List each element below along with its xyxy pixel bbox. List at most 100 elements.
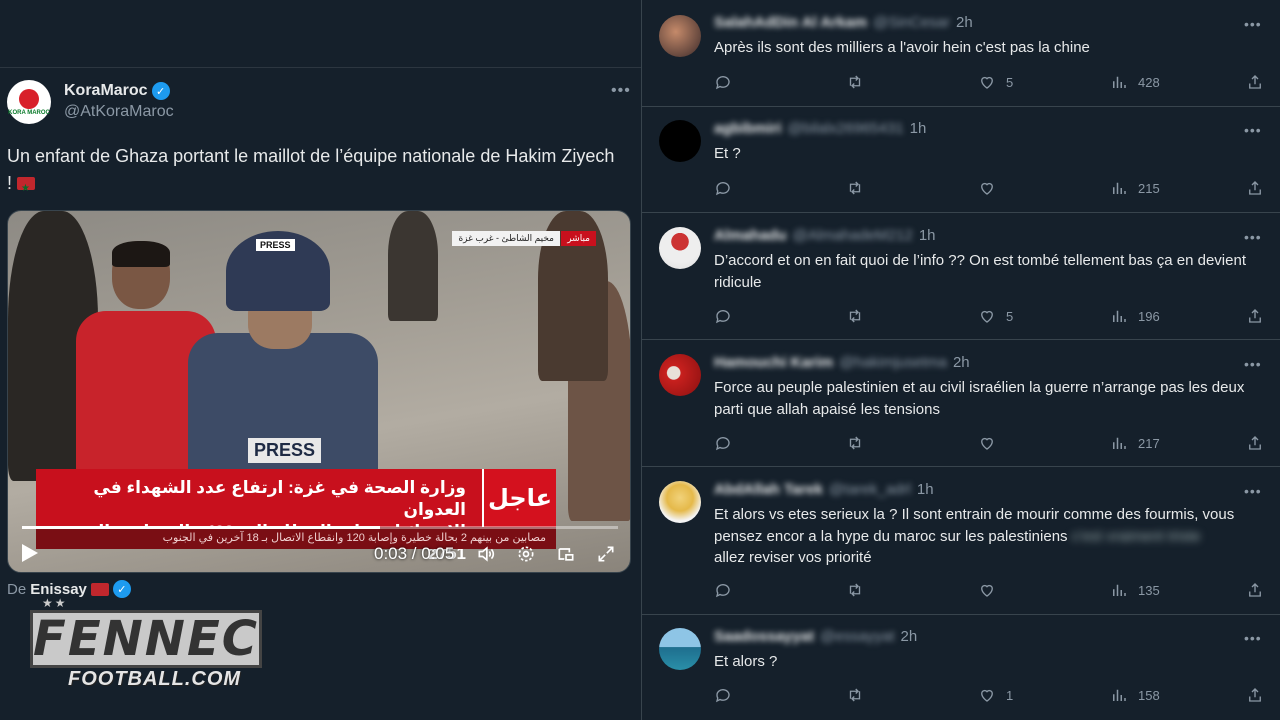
reply-text: Et alors ? — [714, 653, 778, 670]
reply-item[interactable]: Hamouchi Karim @hakimjusetma 2h ••• Forc… — [642, 340, 1280, 467]
view-count: 428 — [1138, 74, 1160, 90]
reply-avatar[interactable] — [659, 120, 701, 162]
share-icon[interactable] — [1246, 307, 1264, 325]
reply-author-handle[interactable]: @AlmahadeM212 — [793, 227, 913, 244]
share-icon[interactable] — [1246, 179, 1264, 197]
views-button[interactable]: 158 — [1110, 686, 1160, 704]
views-button[interactable]: 217 — [1110, 434, 1160, 452]
reply-time[interactable]: 1h — [910, 120, 927, 137]
author-avatar[interactable]: KORA MAROC — [7, 80, 51, 124]
retweet-icon[interactable] — [846, 581, 864, 599]
from-author-link[interactable]: Enissay — [30, 581, 87, 598]
author-handle[interactable]: @AtKoraMaroc — [64, 103, 174, 121]
more-options-icon[interactable]: ••• — [1244, 356, 1262, 372]
video-player[interactable]: PRESS PRESS مخيم الشاطئ - غرب غزة مباشر … — [7, 210, 631, 573]
watermark-stars: ★★ — [42, 596, 68, 610]
reply-author-name[interactable]: Almahadu — [714, 227, 787, 244]
heart-icon — [981, 437, 993, 450]
reply-time[interactable]: 1h — [919, 227, 936, 244]
more-options-icon[interactable]: ••• — [1244, 483, 1262, 499]
reply-author-handle[interactable]: @tarek_adrl — [829, 481, 911, 498]
like-button[interactable]: 5 — [978, 73, 1013, 91]
share-icon[interactable] — [1246, 434, 1264, 452]
like-button[interactable] — [978, 434, 1006, 452]
share-icon[interactable] — [1246, 73, 1264, 91]
reply-time[interactable]: 2h — [953, 354, 970, 371]
reply-author-name[interactable]: Hamouchi Karim — [714, 354, 833, 371]
retweet-icon[interactable] — [846, 179, 864, 197]
heart-icon — [981, 182, 993, 195]
reply-text-redacted: c'est vraiment triste — [1071, 527, 1201, 545]
like-button[interactable]: 5 — [978, 307, 1013, 325]
reply-actions: 1 158 — [714, 686, 1266, 706]
like-button[interactable] — [978, 581, 1006, 599]
play-icon[interactable] — [22, 544, 38, 562]
reply-author-name[interactable]: SalahAdDin Al Arkam — [714, 14, 867, 31]
tweet-author[interactable]: KORA MAROC KoraMaroc ✓ @AtKoraMaroc — [7, 80, 174, 124]
reply-text: D’accord et on en fait quoi de l’info ??… — [714, 252, 1246, 291]
retweet-icon[interactable] — [846, 73, 864, 91]
view-count: 217 — [1138, 435, 1160, 451]
reply-avatar[interactable] — [659, 628, 701, 670]
share-icon[interactable] — [1246, 686, 1264, 704]
reply-text: Et alors vs etes serieux la ? Il sont en… — [714, 504, 1264, 569]
reply-actions: 5 196 — [714, 307, 1266, 327]
volume-icon[interactable] — [476, 544, 496, 564]
reply-icon[interactable] — [714, 581, 732, 599]
video-bystander-back — [388, 211, 438, 321]
reply-item[interactable]: Saadossayyat @essayyat 2h ••• Et alors ?… — [642, 615, 1280, 720]
reply-icon[interactable] — [714, 73, 732, 91]
reply-author-handle[interactable]: @SinCesar — [873, 14, 950, 31]
reply-author-name[interactable]: agbibmiri — [714, 120, 782, 137]
more-options-icon[interactable]: ••• — [1244, 122, 1262, 138]
reply-icon[interactable] — [714, 686, 732, 704]
tweet-text: Un enfant de Ghaza portant le maillot de… — [7, 143, 617, 202]
retweet-icon[interactable] — [846, 686, 864, 704]
views-button[interactable]: 428 — [1110, 73, 1160, 91]
retweet-icon[interactable] — [846, 307, 864, 325]
reply-time[interactable]: 2h — [901, 628, 918, 645]
reply-icon[interactable] — [714, 307, 732, 325]
like-button[interactable]: 1 — [978, 686, 1013, 704]
reply-author-handle[interactable]: @hakimjusetma — [839, 354, 947, 371]
settings-gear-icon[interactable] — [516, 544, 536, 564]
reply-author-name[interactable]: Saadossayyat — [714, 628, 814, 645]
pip-icon[interactable] — [556, 544, 576, 564]
reply-author-handle[interactable]: @bilalx26965431 — [788, 120, 904, 137]
fullscreen-icon[interactable] — [596, 544, 616, 564]
reply-time[interactable]: 1h — [917, 481, 934, 498]
press-helmet: PRESS — [226, 231, 330, 311]
video-progress-fill — [22, 526, 380, 529]
reply-item[interactable]: agbibmiri @bilalx26965431 1h ••• Et ? 21… — [642, 107, 1280, 213]
more-options-icon[interactable]: ••• — [1244, 630, 1262, 646]
reply-icon[interactable] — [714, 434, 732, 452]
location-tag: مخيم الشاطئ - غرب غزة — [452, 231, 560, 246]
share-icon[interactable] — [1246, 581, 1264, 599]
more-options-icon[interactable]: ••• — [1244, 16, 1262, 32]
retweet-icon[interactable] — [846, 434, 864, 452]
reply-author-name[interactable]: AbdAllah Tarek — [714, 481, 823, 498]
video-progress-bar[interactable] — [22, 526, 618, 529]
views-button[interactable]: 196 — [1110, 307, 1160, 325]
author-name[interactable]: KoraMaroc — [64, 82, 148, 100]
from-prefix: De — [7, 580, 27, 598]
reply-item[interactable]: AbdAllah Tarek @tarek_adrl 1h ••• Et alo… — [642, 467, 1280, 615]
reply-avatar[interactable] — [659, 15, 701, 57]
more-options-icon[interactable]: ••• — [1244, 229, 1262, 245]
like-button[interactable] — [978, 179, 1006, 197]
reply-avatar[interactable] — [659, 227, 701, 269]
reply-item[interactable]: SalahAdDin Al Arkam @SinCesar 2h ••• Apr… — [642, 0, 1280, 107]
reply-icon[interactable] — [714, 179, 732, 197]
reply-avatar[interactable] — [659, 481, 701, 523]
reply-text-end: allez reviser vos priorité — [714, 549, 872, 566]
views-chart-icon — [1113, 689, 1126, 701]
reply-avatar[interactable] — [659, 354, 701, 396]
views-button[interactable]: 135 — [1110, 581, 1160, 599]
more-options-icon[interactable]: ••• — [611, 82, 631, 100]
views-chart-icon — [1113, 437, 1126, 449]
views-button[interactable]: 215 — [1110, 179, 1160, 197]
reply-author-handle[interactable]: @essayyat — [820, 628, 894, 645]
reply-item[interactable]: Almahadu @AlmahadeM212 1h ••• D’accord e… — [642, 213, 1280, 340]
reply-time[interactable]: 2h — [956, 14, 973, 31]
ticker-line-1: وزارة الصحة في غزة: ارتفاع عدد الشهداء ف… — [93, 478, 466, 519]
